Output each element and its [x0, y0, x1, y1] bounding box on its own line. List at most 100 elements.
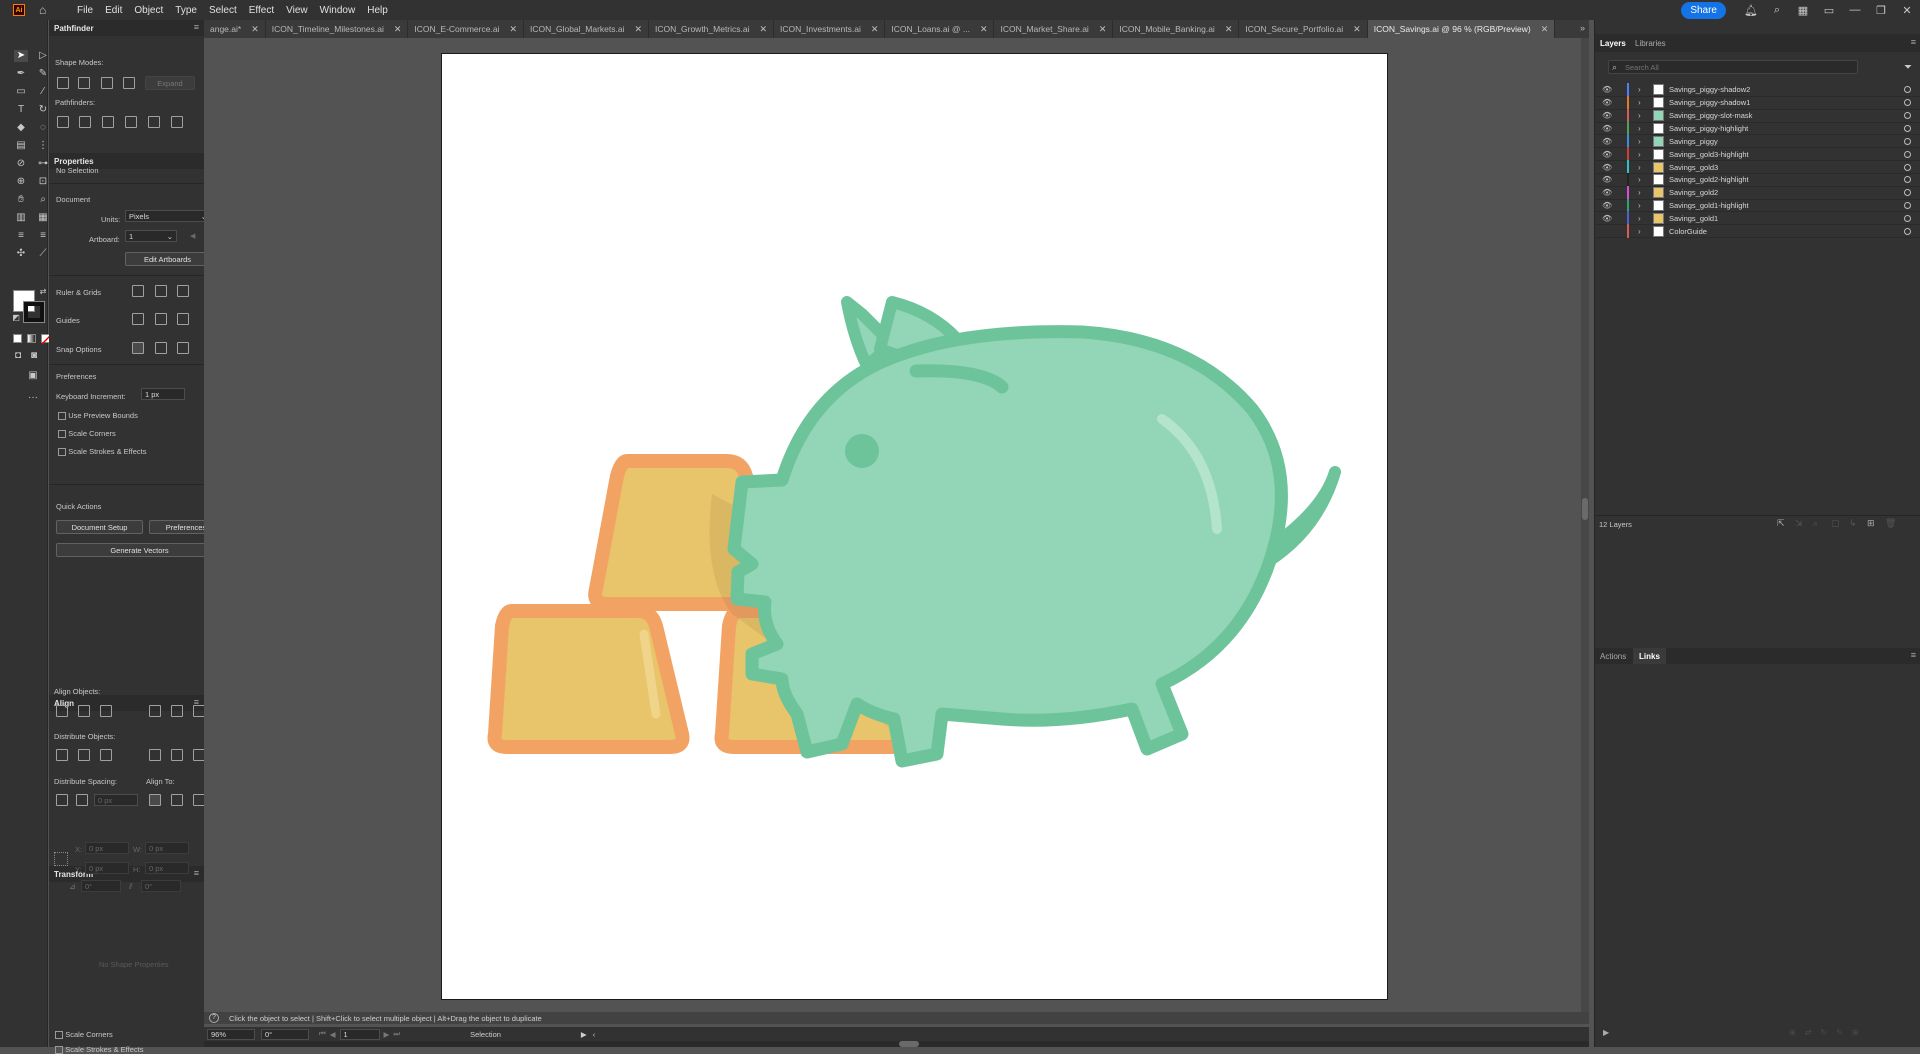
document-tab[interactable]: ICON_Secure_Portfolio.ai ✕ [1239, 20, 1368, 38]
bottom-scale-strokes-checkbox[interactable] [55, 1045, 63, 1054]
bottom-scale-corners-row[interactable]: Scale Corners [55, 1030, 113, 1039]
document-tab[interactable]: ICON_Loans.ai @ ... ✕ [885, 20, 995, 38]
stroke-swatch[interactable] [23, 301, 45, 323]
document-tab[interactable]: ICON_Mobile_Banking.ai ✕ [1113, 20, 1240, 38]
document-tab[interactable]: ICON_Global_Markets.ai ✕ [524, 20, 650, 38]
tab-links[interactable]: Links [1633, 648, 1666, 664]
shape-builder-tool-icon[interactable]: ⊕ [14, 176, 28, 188]
filter-icon[interactable]: ⏷ [1904, 62, 1912, 73]
outline-icon[interactable] [148, 116, 160, 128]
panel-menu-icon[interactable]: ≡ [1911, 37, 1916, 47]
visibility-eye-icon[interactable]: 👁︎ [1602, 163, 1612, 172]
visibility-eye-icon[interactable]: 👁︎ [1602, 85, 1612, 94]
first-artboard-icon[interactable]: ⏮ [319, 1029, 326, 1039]
lock-guides-icon[interactable] [155, 313, 167, 325]
vertical-scrollbar[interactable] [1581, 38, 1589, 1023]
chevron-right-icon[interactable]: › [1638, 150, 1641, 159]
layer-name[interactable]: Savings_gold1-highlight [1669, 201, 1749, 210]
trim-icon[interactable] [79, 116, 91, 128]
rotate-input[interactable]: 0° [81, 880, 121, 892]
bottom-scale-corners-checkbox[interactable] [55, 1030, 63, 1039]
close-tab-icon[interactable]: ✕ [980, 24, 988, 35]
new-sublayer-icon[interactable]: ↳ [1849, 518, 1857, 529]
ruler-icon[interactable] [132, 285, 144, 297]
menu-edit[interactable]: Edit [99, 5, 128, 16]
share-button[interactable]: Share [1681, 1, 1726, 19]
align-top-icon[interactable] [149, 705, 161, 717]
artboard[interactable] [441, 53, 1388, 1000]
menu-object[interactable]: Object [128, 5, 169, 16]
vertical-spacing-icon[interactable] [56, 794, 68, 806]
menu-help[interactable]: Help [361, 5, 394, 16]
menu-file[interactable]: File [71, 5, 99, 16]
minus-back-icon[interactable] [171, 116, 183, 128]
menu-type[interactable]: Type [169, 5, 203, 16]
zoom-tool-icon[interactable]: ⌕ [36, 194, 50, 206]
panel-menu-icon[interactable]: ≡ [194, 868, 199, 878]
next-artboard-nav-icon[interactable]: ▶ [384, 1030, 390, 1039]
collect-icon[interactable]: ⇲ [1795, 518, 1803, 529]
layers-search-box[interactable]: ⌕ [1608, 60, 1858, 74]
document-tab[interactable]: ange.ai* ✕ [204, 20, 266, 38]
curvature-tool-icon[interactable]: ✎ [36, 68, 50, 80]
distribute-bottom-icon[interactable] [100, 749, 112, 761]
close-tab-icon[interactable]: ✕ [509, 24, 517, 35]
layer-row[interactable]: 👁︎ › Savings_piggy-slot-mask [1595, 108, 1920, 123]
shear-input[interactable]: 0° [141, 880, 181, 892]
visibility-eye-icon[interactable]: 👁︎ [1602, 150, 1612, 159]
edit-artboards-button[interactable]: Edit Artboards [125, 252, 210, 266]
horizontal-scrollbar[interactable] [204, 1041, 1589, 1047]
target-circle-icon[interactable] [1904, 176, 1911, 184]
layer-name[interactable]: ColorGuide [1669, 227, 1707, 236]
h-input[interactable]: 0 px [145, 862, 189, 874]
layer-row[interactable]: 👁︎ › Savings_gold3 [1595, 160, 1920, 175]
chevron-right-icon[interactable]: › [1638, 201, 1641, 210]
y-input[interactable]: 0 px [85, 862, 129, 874]
align-vcenter-icon[interactable] [171, 705, 183, 717]
target-circle-icon[interactable] [1904, 112, 1911, 120]
grid-icon[interactable] [155, 285, 167, 297]
type-tool-icon[interactable]: T [14, 104, 28, 116]
layer-name[interactable]: Savings_piggy [1669, 137, 1718, 146]
chevron-right-icon[interactable]: › [1638, 85, 1641, 94]
close-tab-icon[interactable]: ✕ [871, 24, 879, 35]
close-icon[interactable]: ✕ [1894, 4, 1920, 17]
scale-strokes-checkbox[interactable] [58, 447, 66, 456]
target-circle-icon[interactable] [1904, 137, 1911, 145]
generate-vectors-button[interactable]: Generate Vectors [56, 543, 223, 557]
restore-icon[interactable]: ❐ [1868, 4, 1894, 17]
target-circle-icon[interactable] [1904, 227, 1911, 235]
arrange-icon[interactable]: ▭ [1816, 4, 1842, 17]
document-tab[interactable]: ICON_Investments.ai ✕ [774, 20, 886, 38]
rectangle-tool-icon[interactable]: ▭ [14, 86, 28, 98]
visibility-eye-icon[interactable]: 👁︎ [1602, 98, 1612, 107]
rotate-tool-icon[interactable]: ↻ [36, 104, 50, 116]
workspace-icon[interactable]: ▦ [1790, 4, 1816, 17]
links-expand-icon[interactable]: ▶ [1603, 1028, 1609, 1037]
more-tabs-icon[interactable]: » [1580, 23, 1585, 33]
distribute-hcenter-icon[interactable] [171, 749, 183, 761]
rotation-select[interactable]: 0° [261, 1028, 309, 1040]
exclude-icon[interactable] [123, 77, 135, 89]
gold-bar-left[interactable] [487, 604, 690, 754]
piggy-body[interactable] [727, 325, 1288, 768]
chevron-right-icon[interactable]: › [1638, 124, 1641, 133]
distribute-vcenter-icon[interactable] [78, 749, 90, 761]
units-select[interactable]: Pixels ⌄ [125, 210, 211, 222]
document-tab[interactable]: ICON_Market_Share.ai ✕ [994, 20, 1114, 38]
savings-illustration[interactable] [442, 54, 1389, 1001]
spacing-input[interactable]: 0 px [94, 794, 138, 806]
chevron-right-icon[interactable]: › [1638, 188, 1641, 197]
tab-layers[interactable]: Layers [1600, 39, 1626, 48]
home-icon[interactable]: ⌂ [39, 4, 53, 16]
document-tab[interactable]: ICON_Timeline_Milestones.ai ✕ [266, 20, 409, 38]
document-tab[interactable]: ICON_E-Commerce.ai ✕ [408, 20, 524, 38]
layer-row[interactable]: 👁︎ › Savings_piggy-highlight [1595, 121, 1920, 136]
chevron-right-icon[interactable]: › [1638, 111, 1641, 120]
intersect-icon[interactable] [101, 77, 113, 89]
chevron-right-icon[interactable]: › [1638, 214, 1641, 223]
target-circle-icon[interactable] [1904, 189, 1911, 197]
target-circle-icon[interactable] [1904, 124, 1911, 132]
chevron-right-icon[interactable]: › [1638, 227, 1641, 236]
panel-menu-icon[interactable]: ≡ [1911, 650, 1916, 660]
